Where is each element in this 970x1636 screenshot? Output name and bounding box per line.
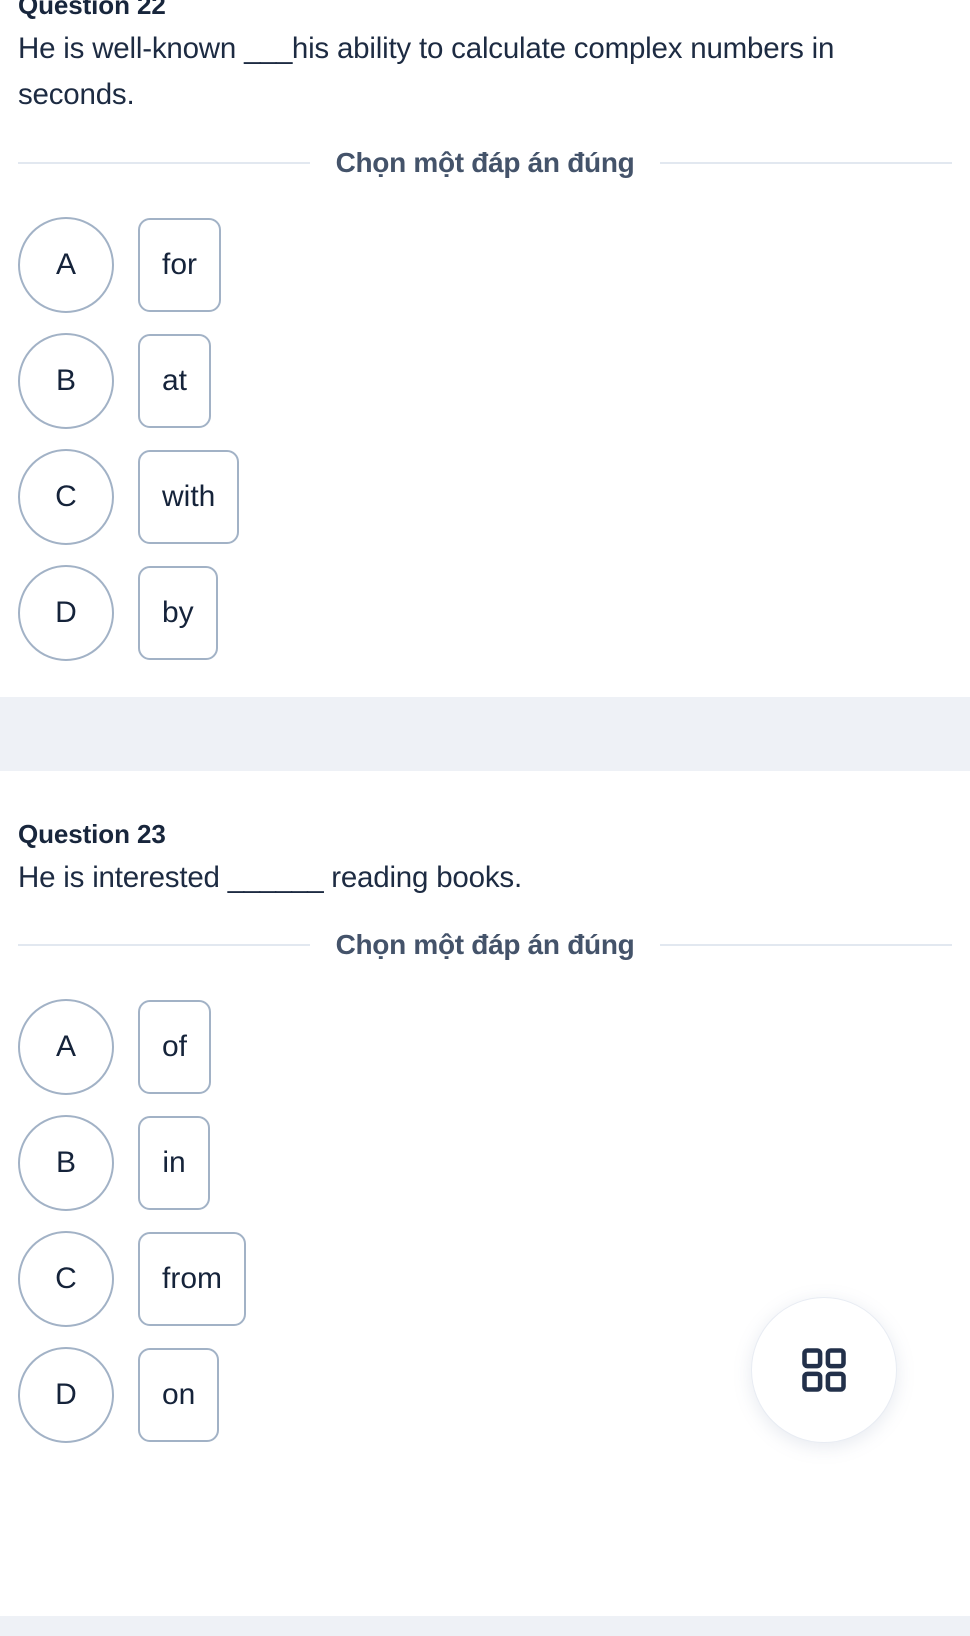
question-text-after-23: reading books. (323, 860, 522, 894)
option-letter-d[interactable]: D (18, 1347, 114, 1444)
question-text-22: He is well-known ___his ability to calcu… (18, 26, 952, 119)
option-letter-c[interactable]: C (18, 448, 114, 545)
options-list-22: A for B at C with D by (18, 207, 952, 671)
divider-rule-left (18, 944, 310, 947)
choose-answer-divider-23: Chọn một đáp án đúng (18, 929, 952, 961)
block-spacer-bottom (0, 670, 970, 697)
option-value-c[interactable]: with (138, 449, 240, 544)
option-value-b[interactable]: in (138, 1116, 210, 1211)
option-value-a[interactable]: of (138, 1000, 212, 1095)
option-letter-a[interactable]: A (18, 216, 114, 313)
option-letter-b[interactable]: B (18, 1115, 114, 1212)
option-row-b[interactable]: B at (18, 323, 952, 439)
question-title-23: Question 23 (18, 818, 166, 849)
block-spacer-top (0, 770, 970, 819)
divider-rule-right (660, 944, 952, 947)
option-value-c[interactable]: from (138, 1232, 246, 1327)
choose-answer-label-23: Chọn một đáp án đúng (335, 929, 635, 961)
option-letter-c[interactable]: C (18, 1231, 114, 1328)
option-letter-a[interactable]: A (18, 999, 114, 1096)
divider-rule-left (18, 161, 310, 164)
question-text-before-23: He is interested (18, 860, 228, 894)
choose-answer-divider-22: Chọn một đáp án đúng (18, 147, 952, 179)
option-value-a[interactable]: for (138, 217, 222, 312)
question-navigator-button[interactable] (751, 1297, 897, 1443)
option-value-d[interactable]: on (138, 1348, 220, 1443)
grid-icon (798, 1344, 850, 1396)
divider-rule-right (660, 161, 952, 164)
option-letter-b[interactable]: B (18, 332, 114, 429)
quiz-page: Question 22 He is well-known ___his abil… (0, 0, 970, 1636)
bottom-strip (0, 1616, 970, 1636)
choose-answer-label: Chọn một đáp án đúng (335, 146, 635, 178)
option-letter-d[interactable]: D (18, 564, 114, 661)
question-title-22: Question 22 (18, 0, 166, 20)
question-blank-22: ___ (244, 31, 292, 65)
question-text-before-22: He is well-known (18, 31, 245, 65)
option-row-d[interactable]: D by (18, 555, 952, 671)
option-row-b[interactable]: B in (18, 1105, 952, 1221)
question-block-22: Question 22 He is well-known ___his abil… (0, 0, 970, 671)
question-blank-23: ______ (227, 860, 324, 894)
option-value-d[interactable]: by (138, 565, 218, 660)
question-separator-band (0, 696, 970, 771)
question-text-23: He is interested ______ reading books. (18, 855, 952, 902)
option-row-c[interactable]: C with (18, 439, 952, 555)
option-row-a[interactable]: A of (18, 989, 952, 1105)
option-value-b[interactable]: at (138, 333, 212, 428)
option-row-a[interactable]: A for (18, 207, 952, 323)
